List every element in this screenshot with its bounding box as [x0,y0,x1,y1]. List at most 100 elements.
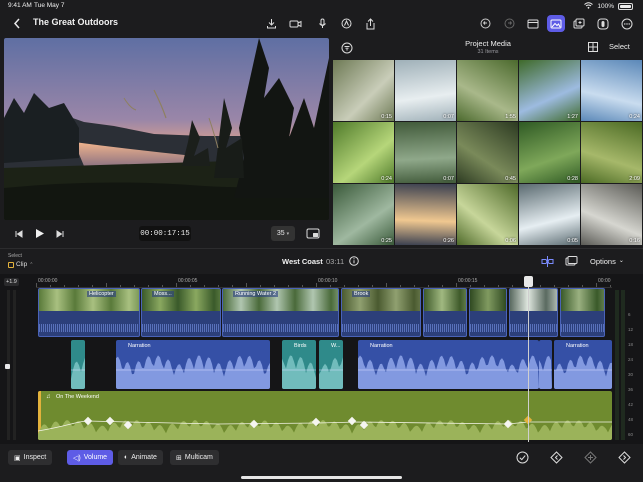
ruler-tick [442,285,443,287]
clip-filmstrip [561,289,604,311]
video-viewer[interactable] [4,38,329,220]
video-clip[interactable] [509,288,558,337]
skip-back-icon[interactable] [13,228,25,240]
video-clip[interactable]: Brook [341,288,421,337]
media-thumbnail[interactable]: 0:28 [519,122,580,183]
ruler-tick [414,285,415,287]
select-button[interactable]: Select [609,42,630,51]
inspect-icon: ▣ [14,454,21,462]
inspect-button[interactable]: ▣ Inspect [8,450,52,465]
clip-filmstrip [470,289,506,311]
ruler-tick [498,285,499,287]
checkmark-icon[interactable] [515,450,530,465]
animate-button[interactable]: ◐ Animate [118,450,163,465]
ruler-tick-label: 00:00:00 [38,278,57,284]
ruler-tick [610,285,611,287]
media-thumbnail[interactable]: 0:26 [395,184,456,245]
db-readout: +1.9 [4,278,19,286]
ruler-tick [512,285,513,287]
volume-keyframe[interactable] [348,417,356,425]
audio-clip[interactable]: Narration [554,340,612,389]
playhead[interactable] [528,278,529,442]
meter-label: 30 [628,372,633,377]
media-thumbnail[interactable]: 0:15 [333,60,394,121]
media-thumbnail[interactable]: 0:25 [333,184,394,245]
redo-icon[interactable] [500,15,518,32]
media-thumbnail[interactable]: 0:16 [581,184,642,245]
thumbnail-duration: 0:26 [443,238,454,244]
audio-clip[interactable]: W... [319,340,343,389]
video-clip[interactable] [469,288,507,337]
video-clip[interactable]: Helicopter [38,288,140,337]
audio-clip-label: Narration [566,343,589,349]
audio-clip[interactable]: Narration [116,340,270,389]
media-thumbnail[interactable]: 0:07 [395,122,456,183]
thumbnail-duration: 1:27 [567,114,578,120]
options-menu[interactable]: Options ⌄ [590,257,624,266]
undo-icon[interactable] [476,15,494,32]
media-thumbnail[interactable]: 0:45 [457,122,518,183]
fullscreen-viewer-icon[interactable] [305,227,321,240]
multicam-button[interactable]: ⊞ Multicam [170,450,219,465]
media-thumbnail[interactable]: 0:06 [457,184,518,245]
thumbnail-duration: 0:24 [629,114,640,120]
microphone-icon[interactable] [313,15,331,32]
play-icon[interactable] [33,226,47,241]
info-icon[interactable] [348,255,360,267]
media-grid: 0:150:071:551:270:240:240:070:450:282:09… [333,60,643,245]
clip-selector[interactable]: Clip ⌃ [8,261,33,268]
ruler-tick [484,285,485,287]
skip-forward-icon[interactable] [54,228,66,240]
zoom-control[interactable]: 35 ▾ [271,226,295,241]
video-clip[interactable] [423,288,467,337]
more-icon[interactable] [618,15,636,32]
media-thumbnail[interactable]: 0:24 [581,60,642,121]
volume-button[interactable]: ◁) Volume [67,450,113,465]
ruler-tick [78,285,79,287]
share-icon[interactable] [361,15,379,32]
ruler-tick [582,285,583,287]
options-label: Options [590,257,616,266]
audio-clip[interactable] [539,340,552,389]
media-thumbnail[interactable]: 0:07 [395,60,456,121]
thumbnail-duration: 1:55 [505,114,516,120]
inspector-icon[interactable] [570,15,588,32]
camera-icon[interactable] [286,15,304,32]
select-caption: Select [8,253,22,259]
clip-filmstrip [510,289,557,311]
playhead-handle[interactable] [524,276,533,287]
thumbnail-duration: 0:07 [443,176,454,182]
media-browser-icon[interactable] [547,15,565,32]
grid-view-icon[interactable] [587,41,599,53]
meter-label: 60 [628,432,633,437]
zoom-to-fit-icon[interactable] [564,255,578,268]
split-icon[interactable] [540,255,554,268]
audio-clip[interactable]: Narration [358,340,539,389]
add-keyframe-icon[interactable] [583,450,598,465]
video-clip[interactable]: Moss... [141,288,221,337]
multicam-label: Multicam [185,454,213,461]
media-thumbnail[interactable]: 1:27 [519,60,580,121]
media-thumbnail[interactable]: 2:09 [581,122,642,183]
record-icon[interactable] [594,15,612,32]
audio-clip[interactable] [71,340,85,389]
voiceover-icon[interactable] [337,15,355,32]
previous-keyframe-icon[interactable] [549,450,564,465]
media-thumbnail[interactable]: 0:24 [333,122,394,183]
ruler-tick-label: 00:00:10 [318,278,337,284]
ruler-tick [162,285,163,287]
thumbnail-duration: 0:25 [381,238,392,244]
audio-clip[interactable]: Birds [282,340,316,389]
media-thumbnail[interactable]: 0:05 [519,184,580,245]
video-clip[interactable]: Running Water 2 [222,288,339,337]
animate-label: Animate [131,454,157,461]
back-chevron-icon[interactable] [8,15,26,32]
next-keyframe-icon[interactable] [617,450,632,465]
viewer-layout-icon[interactable] [524,15,542,32]
status-date: Tue May 7 [34,2,64,9]
music-clip[interactable]: ♫ On The Weekend [38,391,612,440]
ruler-tick [106,283,107,287]
media-thumbnail[interactable]: 1:55 [457,60,518,121]
video-clip[interactable] [560,288,605,337]
export-icon[interactable] [262,15,280,32]
